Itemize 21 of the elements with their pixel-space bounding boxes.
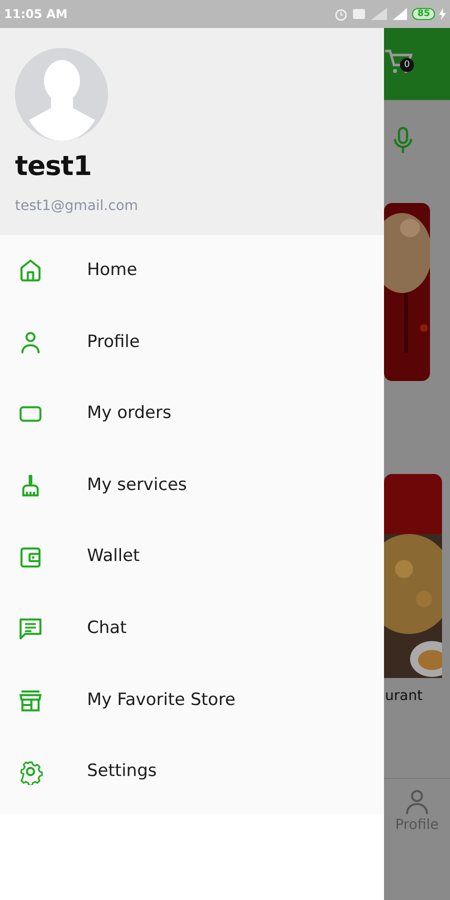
signal-icon (370, 7, 388, 21)
menu-item[interactable]: My orders (0, 378, 384, 450)
microphone-icon[interactable] (393, 126, 413, 154)
menu-item[interactable]: Profile (0, 306, 384, 378)
user-name: test1 (15, 150, 92, 184)
charging-icon (439, 8, 446, 20)
menu-item[interactable]: Home (0, 235, 384, 307)
user-email: test1@gmail.com (15, 196, 140, 216)
battery-level: 85 (412, 8, 435, 20)
alarm-icon (334, 7, 348, 21)
menu-item[interactable]: Chat (0, 592, 384, 665)
status-time: 11:05 AM (4, 6, 68, 23)
person-icon (405, 789, 429, 815)
menu-item[interactable]: My Favorite Store (0, 664, 384, 736)
cart-count: 0 (400, 58, 414, 72)
menu-item[interactable]: Wallet (0, 521, 384, 593)
menu-item[interactable]: My services (0, 450, 384, 522)
signal-icon (392, 7, 408, 21)
menu-item[interactable]: Settings (0, 736, 384, 808)
message-icon (352, 7, 366, 21)
card-caption: urant (385, 687, 424, 706)
